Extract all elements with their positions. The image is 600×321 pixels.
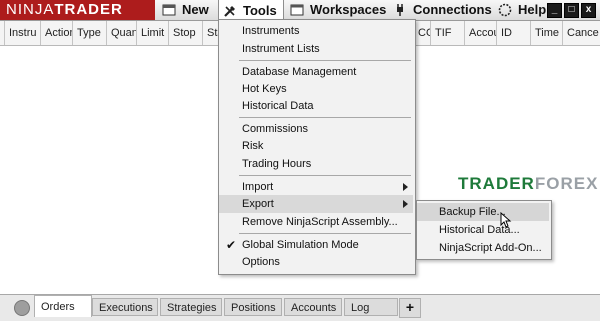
menu-help[interactable]: Help xyxy=(498,0,546,20)
watermark-part2: FOREX xyxy=(534,174,599,193)
menu-separator xyxy=(239,175,411,176)
menu-item-risk[interactable]: Risk xyxy=(219,137,413,155)
menu-help-label: Help xyxy=(518,2,547,17)
tab-positions[interactable]: Positions xyxy=(224,298,282,316)
menu-item-commissions[interactable]: Commissions xyxy=(219,120,413,138)
menu-item-import-label: Import xyxy=(242,181,274,193)
add-tab-button[interactable]: + xyxy=(399,298,421,318)
watermark-part1: TRADER xyxy=(458,174,535,193)
minimize-button[interactable]: _ xyxy=(547,3,562,18)
menu-item-global-simulation-mode[interactable]: ✔ Global Simulation Mode xyxy=(219,236,413,254)
menu-item-global-simulation-label: Global Simulation Mode xyxy=(242,239,359,251)
submenu-arrow-icon xyxy=(403,200,408,208)
col-limit[interactable]: Limit xyxy=(136,21,168,45)
menu-item-export[interactable]: Export xyxy=(219,195,413,213)
menu-tools-label: Tools xyxy=(243,3,277,18)
tab-log[interactable]: Log xyxy=(344,298,398,316)
ninjatrader-logo: NINJATRADER xyxy=(0,0,155,20)
tab-strategies[interactable]: Strategies xyxy=(160,298,222,316)
menu-item-hot-keys[interactable]: Hot Keys xyxy=(219,80,413,98)
menu-item-export-label: Export xyxy=(242,198,274,210)
menu-item-instruments[interactable]: Instruments xyxy=(219,22,413,40)
menu-item-historical-data[interactable]: Historical Data xyxy=(219,97,413,115)
col-action[interactable]: Action xyxy=(40,21,72,45)
col-oco[interactable]: CO xyxy=(414,21,430,45)
maximize-button[interactable]: □ xyxy=(564,3,579,18)
menu-connections-label: Connections xyxy=(413,2,492,17)
help-icon xyxy=(498,3,512,17)
col-account[interactable]: Accou xyxy=(464,21,496,45)
menu-item-import[interactable]: Import xyxy=(219,178,413,196)
checkmark-icon: ✔ xyxy=(226,238,237,252)
bottom-tab-bar: Orders Executions Strategies Positions A… xyxy=(0,294,600,321)
tools-dropdown-menu: Instruments Instrument Lists Database Ma… xyxy=(218,19,416,275)
menu-separator xyxy=(239,233,411,234)
col-tif[interactable]: TIF xyxy=(430,21,464,45)
menu-bar: NINJATRADER New Tools Workspaces Connect… xyxy=(0,0,600,22)
submenu-arrow-icon xyxy=(403,183,408,191)
menu-item-backup-file[interactable]: Backup File... xyxy=(417,203,549,221)
menu-item-options[interactable]: Options xyxy=(219,253,413,271)
logo-part1: NINJA xyxy=(6,1,55,18)
logo-part2: TRADER xyxy=(54,1,123,18)
col-type[interactable]: Type xyxy=(72,21,106,45)
tab-orders[interactable]: Orders xyxy=(34,295,92,317)
menu-separator xyxy=(239,60,411,61)
col-state[interactable]: Sta xyxy=(202,21,218,45)
menu-connections[interactable]: Connections xyxy=(393,0,492,20)
menu-item-database-management[interactable]: Database Management xyxy=(219,63,413,81)
menu-new-label: New xyxy=(182,2,209,17)
tab-executions[interactable]: Executions xyxy=(92,298,158,316)
traderforex-watermark: TRADERFOREX xyxy=(458,174,598,194)
new-window-icon xyxy=(162,4,176,16)
workspaces-icon xyxy=(290,4,304,16)
col-quantity[interactable]: Quan xyxy=(106,21,136,45)
menu-item-trading-hours[interactable]: Trading Hours xyxy=(219,155,413,173)
menu-item-instrument-lists[interactable]: Instrument Lists xyxy=(219,40,413,58)
col-instrument[interactable]: Instru xyxy=(4,21,40,45)
mouse-cursor-icon xyxy=(500,212,512,228)
close-button[interactable]: x xyxy=(581,3,596,18)
menu-workspaces-label: Workspaces xyxy=(310,2,387,17)
col-time[interactable]: Time xyxy=(530,21,562,45)
status-dot-icon[interactable] xyxy=(14,300,30,316)
tab-accounts[interactable]: Accounts xyxy=(284,298,342,316)
col-stop[interactable]: Stop xyxy=(168,21,202,45)
menu-workspaces[interactable]: Workspaces xyxy=(290,0,386,20)
menu-item-remove-ninjascript[interactable]: Remove NinjaScript Assembly... xyxy=(219,213,413,231)
menu-item-ninjascript-addon[interactable]: NinjaScript Add-On... xyxy=(417,239,549,257)
window-controls: _ □ x xyxy=(547,3,596,18)
menu-separator xyxy=(239,117,411,118)
col-cancel[interactable]: Cance xyxy=(562,21,600,45)
menu-new[interactable]: New xyxy=(162,0,209,20)
col-id[interactable]: ID xyxy=(496,21,530,45)
menu-item-export-historical-data[interactable]: Historical Data... xyxy=(417,221,549,239)
export-submenu: Backup File... Historical Data... NinjaS… xyxy=(416,200,552,260)
tools-icon xyxy=(224,6,235,17)
plug-icon xyxy=(397,4,403,16)
